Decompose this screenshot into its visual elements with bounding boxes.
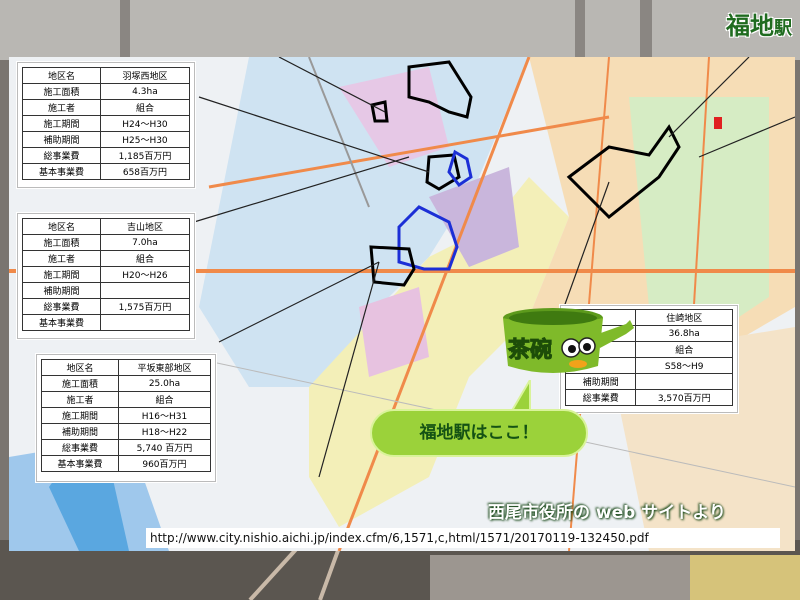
table-yoshiyama: 地区名 吉山地区 施工面積 7.0ha 施工者 組合 施工期間 H20～H26 補助期間… — [22, 218, 191, 331]
cell-value: 羽塚西地区 — [99, 67, 191, 84]
cell-label: 施工期間 — [41, 407, 119, 424]
cell-value: 1,185百万円 — [99, 147, 191, 164]
cell-value: 平坂東部地区 — [117, 359, 212, 376]
table-box-yoshiyama: 地区名 吉山地区 施工面積 7.0ha 施工者 組合 施工期間 H20～H26 補助期間… — [17, 213, 195, 339]
location-bubble: 福地駅はここ！ — [370, 409, 588, 457]
cell-label: 施工者 — [41, 391, 119, 408]
table-row: 施工面積 7.0ha — [22, 234, 191, 251]
table-row: 補助期間 H18～H22 — [41, 423, 212, 440]
table-row: 総事業費 1,575百万円 — [22, 298, 191, 315]
table-row: 施工期間 H16～H31 — [41, 407, 212, 424]
cell-label: 施工面積 — [22, 83, 101, 100]
cell-value: 吉山地区 — [99, 218, 191, 235]
cell-value: H20～H26 — [99, 266, 191, 283]
mascot-label: 茶碗 — [508, 337, 552, 363]
table-row: 基本事業費 658百万円 — [22, 163, 191, 180]
table-row: 地区名 羽塚西地区 — [22, 67, 191, 84]
table-row: 総事業費 3,570百万円 — [564, 389, 733, 406]
cell-label: 施工面積 — [41, 375, 119, 392]
table-row: 施工者 組合 — [22, 99, 191, 116]
cell-label: 施工期間 — [22, 266, 101, 283]
cell-value: 組合 — [99, 250, 191, 267]
cell-value: 1,575百万円 — [99, 298, 191, 315]
cell-label: 総事業費 — [22, 298, 101, 315]
cell-label: 基本事業費 — [22, 163, 101, 180]
cell-label: 施工面積 — [22, 234, 101, 251]
table-row: 総事業費 1,185百万円 — [22, 147, 191, 164]
cell-label: 地区名 — [22, 218, 101, 235]
cell-label: 地区名 — [22, 67, 101, 84]
cell-value — [99, 314, 191, 331]
credit-text: 西尾市役所の web サイトより — [488, 503, 726, 523]
cell-value: H24～H30 — [99, 115, 191, 132]
cell-value: 7.0ha — [99, 234, 191, 251]
table-row: 基本事業費 — [22, 314, 191, 331]
cell-label: 補助期間 — [41, 423, 119, 440]
cell-value: 組合 — [99, 99, 191, 116]
cell-value: 4.3ha — [99, 83, 191, 100]
table-hanetsuka: 地区名 羽塚西地区 施工面積 4.3ha 施工者 組合 施工期間 H24～H30 補助期… — [22, 67, 191, 180]
station-title: 福地駅 — [726, 6, 792, 41]
table-hirasaka: 地区名 平坂東部地区 施工面積 25.0ha 施工者 組合 施工期間 H16～H31 補… — [41, 359, 212, 472]
cell-label: 施工者 — [22, 99, 101, 116]
table-box-hirasaka: 地区名 平坂東部地区 施工面積 25.0ha 施工者 組合 施工期間 H16～H31 補… — [36, 354, 216, 482]
table-row: 補助期間 — [22, 282, 191, 299]
cell-value: H25～H30 — [99, 131, 191, 148]
table-row: 施工面積 4.3ha — [22, 83, 191, 100]
cell-label: 基本事業費 — [22, 314, 101, 331]
table-row: 地区名 平坂東部地区 — [41, 359, 212, 376]
station-title-suffix: 駅 — [774, 18, 792, 39]
cell-value: H16～H31 — [117, 407, 212, 424]
cell-label: 総事業費 — [41, 439, 119, 456]
table-row: 基本事業費 960百万円 — [41, 455, 212, 472]
cell-value: 5,740 百万円 — [117, 439, 212, 456]
cell-label: 施工者 — [22, 250, 101, 267]
cell-label: 補助期間 — [22, 282, 101, 299]
table-row: 施工期間 H24～H30 — [22, 115, 191, 132]
table-row: 施工期間 H20～H26 — [22, 266, 191, 283]
table-row: 施工面積 25.0ha — [41, 375, 212, 392]
cell-label: 基本事業費 — [41, 455, 119, 472]
table-row: 施工者 組合 — [22, 250, 191, 267]
teacup-mascot: 茶碗 — [503, 308, 634, 373]
cell-value: 960百万円 — [117, 455, 212, 472]
cell-label: 地区名 — [41, 359, 119, 376]
cell-value — [99, 282, 191, 299]
cell-value: 組合 — [117, 391, 212, 408]
source-url[interactable]: http://www.city.nishio.aichi.jp/index.cf… — [146, 528, 780, 548]
table-row: 補助期間 H25～H30 — [22, 131, 191, 148]
cell-label: 総事業費 — [22, 147, 101, 164]
cell-label: 施工期間 — [22, 115, 101, 132]
cell-label: 補助期間 — [22, 131, 101, 148]
cell-value: 3,570百万円 — [635, 389, 733, 406]
cell-value: H18～H22 — [117, 423, 212, 440]
table-box-hanetsuka: 地区名 羽塚西地区 施工面積 4.3ha 施工者 組合 施工期間 H24～H30 補助期… — [17, 62, 195, 188]
cell-label: 総事業費 — [564, 389, 637, 406]
cell-value: 658百万円 — [99, 163, 191, 180]
table-row: 地区名 吉山地区 — [22, 218, 191, 235]
cell-value: 25.0ha — [117, 375, 212, 392]
table-row: 施工者 組合 — [41, 391, 212, 408]
table-row: 総事業費 5,740 百万円 — [41, 439, 212, 456]
station-title-main: 福地 — [726, 12, 774, 40]
